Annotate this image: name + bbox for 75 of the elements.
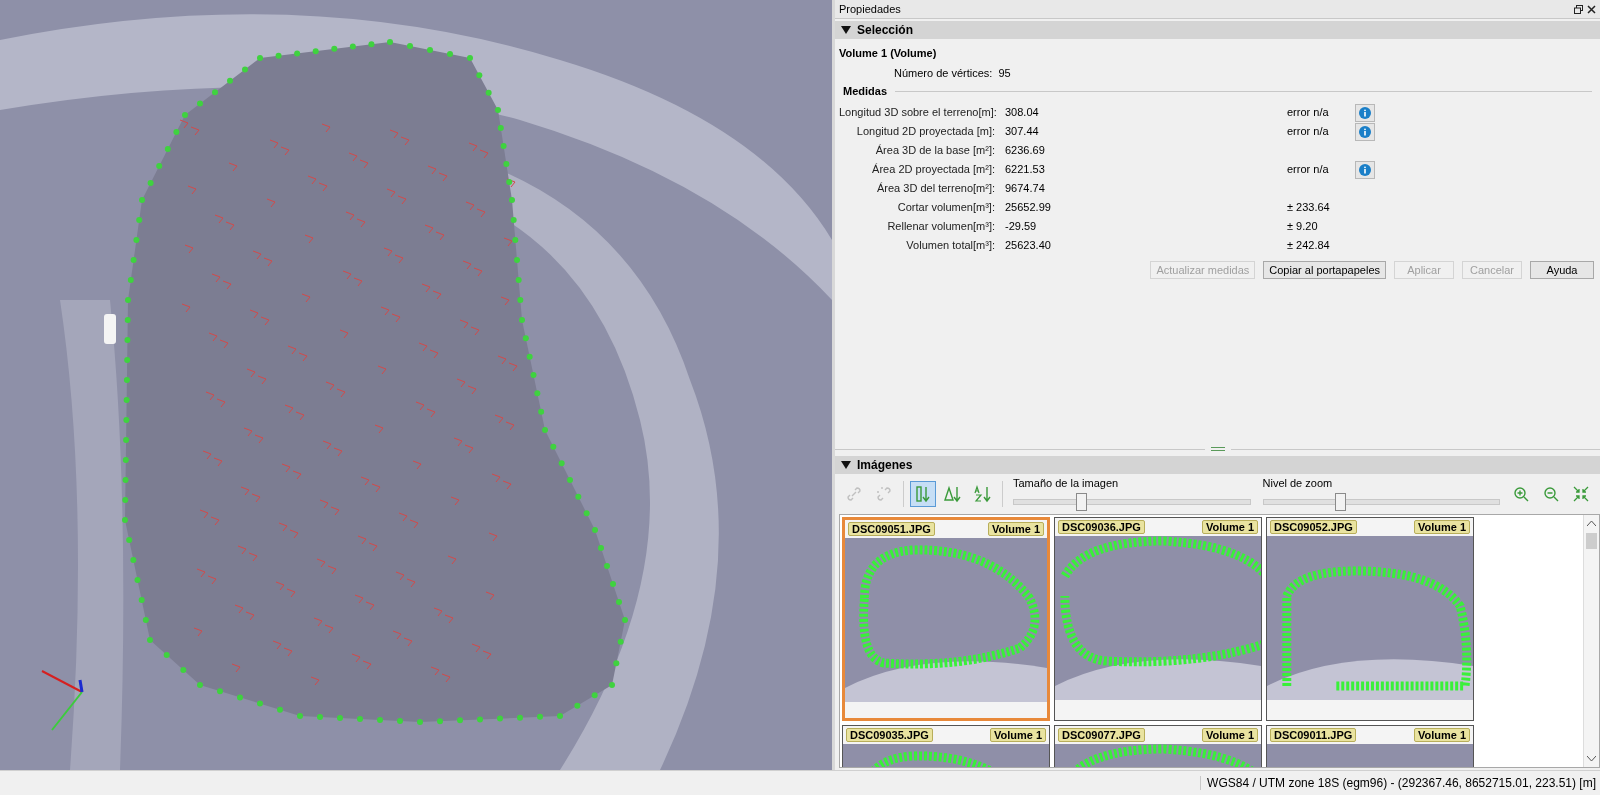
image-thumbnail[interactable]: DSC09035.JPG Volume 1 [842,725,1050,767]
collapse-caret-icon [841,26,851,34]
action-button[interactable]: Ayuda [1530,261,1594,279]
slider-thumb[interactable] [1075,493,1087,511]
measure-value: 6236.69 [1005,143,1045,158]
image-name: DSC09035.JPG [846,728,933,742]
measure-error: error n/a [1287,124,1329,139]
measure-error: ± 9.20 [1287,219,1318,234]
measure-error: ± 233.64 [1287,200,1330,215]
measure-value: 25652.99 [1005,200,1051,215]
measure-label: Longitud 3D sobre el terreno[m]: [839,105,998,120]
section-header[interactable]: Imágenes [835,456,1600,474]
measure-label: Rellenar volumen[m³]: [886,219,996,234]
image-thumbnail[interactable]: DSC09036.JPG Volume 1 [1054,517,1262,721]
volume-tag: Volume 1 [1201,520,1258,534]
link-icon [846,486,862,502]
info-button[interactable] [1355,160,1375,179]
measure-value: 9674.74 [1005,181,1045,196]
field-value: 95 [998,67,1011,79]
alphabetical-sort-icon [974,485,992,503]
measure-value: 25623.40 [1005,238,1051,253]
fit-to-view-icon [1573,486,1589,502]
measure-value: 308.04 [1005,105,1039,120]
image-name: DSC09036.JPG [1058,520,1145,534]
zoom-out-icon [1543,486,1559,502]
field-label: Número de vértices: [894,67,993,79]
measure-value: -29.59 [1005,219,1037,234]
unlink-icon [876,486,892,502]
slider-thumb[interactable] [1334,493,1346,511]
measure-label: Área 3D de la base [m²]: [874,143,996,158]
scrollbar-thumb[interactable] [1586,533,1597,549]
volume-tag: Volume 1 [1201,728,1258,742]
panel-title: Propiedades [839,3,901,15]
slider-track[interactable] [1262,493,1500,511]
image-thumbnail[interactable]: DSC09077.JPG Volume 1 [1054,725,1262,767]
volume-tag: Volume 1 [1413,728,1470,742]
zoom-in-icon [1513,486,1529,502]
measure-label: Área 3D del terreno[m²]: [876,181,996,196]
slider-track[interactable] [1013,493,1251,511]
volume-tag: Volume 1 [1413,520,1470,534]
measure-label: Área 2D proyectada [m²]: [871,162,996,177]
measure-error: error n/a [1287,105,1329,120]
object-title: Volume 1 (Volume) [839,47,938,59]
measure-label: Cortar volumen[m³]: [896,200,996,215]
splitter-grip-icon[interactable] [1210,446,1225,452]
image-name: DSC09077.JPG [1058,728,1145,742]
measure-value: 6221.53 [1005,162,1045,177]
section-header[interactable]: Selección [835,21,1600,39]
image-name: DSC09011.JPG [1270,728,1357,742]
image-thumbnail[interactable]: DSC09051.JPG Volume 1 [842,517,1050,721]
measure-error: ± 242.84 [1287,238,1330,253]
measure-label: Longitud 2D proyectada [m]: [855,124,996,139]
slider-label: Nivel de zoom [1262,477,1334,489]
collapse-caret-icon [841,461,851,469]
volume-tag: Volume 1 [989,728,1046,742]
delta-sort-icon [944,485,962,503]
scrollbar[interactable] [1583,515,1599,767]
image-thumbnail[interactable]: DSC09011.JPG Volume 1 [1266,725,1474,767]
restore-icon[interactable] [1574,4,1583,14]
measure-label: Volumen total[m³]: [905,238,996,253]
toolbar-button[interactable] [910,481,936,507]
group-title: Medidas [843,85,887,97]
info-button[interactable] [1355,122,1375,141]
image-name: DSC09051.JPG [848,522,935,536]
image-name: DSC09052.JPG [1270,520,1357,534]
measure-error: error n/a [1287,162,1329,177]
action-button[interactable]: Copiar al portapapeles [1263,261,1386,279]
sort-icon [914,485,932,503]
status-text: WGS84 / UTM zone 18S (egm96) - (292367.46, 8652715.01, 223.51) [m] [1200,776,1600,790]
image-thumbnail[interactable]: DSC09052.JPG Volume 1 [1266,517,1474,721]
close-icon[interactable] [1587,4,1596,14]
info-button[interactable] [1355,103,1375,122]
measure-value: 307.44 [1005,124,1039,139]
volume-tag: Volume 1 [987,522,1044,536]
slider-label: Tamaño de la imagen [1013,477,1120,489]
